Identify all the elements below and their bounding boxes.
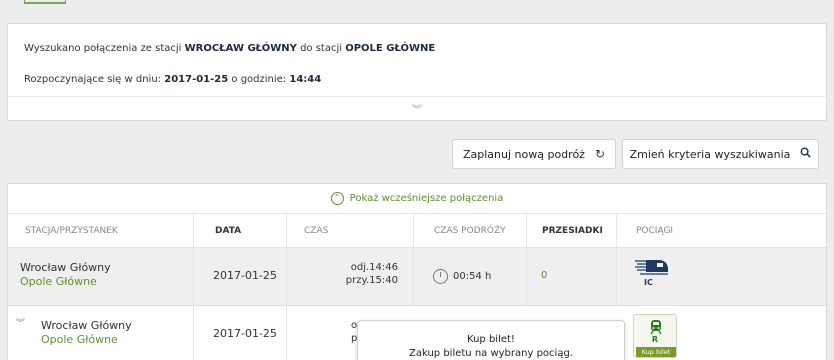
plan-new-trip-button[interactable]: Zaplanuj nową podróż ↻ [452,139,616,169]
datetime-middle-text: o godzinie: [231,74,287,85]
row-duration: 00:54 h [433,269,491,284]
row-transfers: 0 [541,270,548,281]
summary-divider [8,96,826,97]
row-times: odj.14:46 przy.15:40 [346,261,398,287]
column-header-duration[interactable]: CZAS PODRÓŻY [414,214,527,248]
search-datetime-line: Rozpoczynające się w dniu: 2017-01-25 o … [24,74,321,85]
double-chevron-down-icon[interactable]: ︾ [412,101,422,116]
ic-train-icon[interactable]: IC [634,258,670,287]
datetime-prefix-text: Rozpoczynające się w dniu: [24,74,162,85]
duration-value: 00:54 h [453,271,492,282]
row-to-station: Opole Główne [20,275,97,288]
from-station: WROCŁAW GŁÓWNY [184,43,297,54]
search-summary-panel: Wyszukano połączenia ze stacji WROCŁAW G… [7,23,827,121]
top-tab-indicator[interactable] [24,0,66,4]
column-header-trains[interactable]: POCIĄGI [617,214,828,248]
show-earlier-label: Pokaż wcześniejsze połączenia [349,193,504,204]
search-icon [800,147,812,161]
table-row[interactable]: Wrocław Główny Opole Główne 2017-01-25 o… [8,248,826,306]
row-to-station: Opole Główne [41,333,118,346]
refresh-icon: ↻ [594,147,606,161]
tooltip-text: Zakup biletu na wybrany pociąg. [409,348,573,359]
chevron-up-circle-icon: ⌃ [330,192,344,205]
change-criteria-label: Zmień kryteria wyszukiwania [629,147,791,161]
buy-ticket-badge[interactable]: Kup bilet [636,347,676,357]
regional-train-icon[interactable]: R Kup bilet [633,314,677,358]
clock-icon [433,269,448,284]
plan-new-trip-label: Zaplanuj nową podróż [462,147,585,161]
search-date: 2017-01-25 [164,74,229,85]
show-earlier-connections-link[interactable]: ⌃ Pokaż wcześniejsze połączenia [8,184,826,214]
tooltip-title: Kup bilet! [467,334,515,345]
column-header-date[interactable]: DATA [194,214,287,248]
train-category-label: IC [644,278,653,287]
row-from-station: Wrocław Główny [20,261,111,274]
column-header-transfers[interactable]: PRZESIADKI [527,214,617,248]
buy-ticket-tooltip: Kup bilet! Zakup biletu na wybrany pocią… [357,320,625,360]
row-date: 2017-01-25 [213,327,277,340]
arrival-time: przy.15:40 [345,275,398,286]
expand-row-chevron-icon[interactable]: ︾ [16,316,25,329]
route-prefix-text: Wyszukano połączenia ze stacji [24,43,182,54]
search-time: 14:44 [289,74,322,85]
departure-time: odj.14:46 [350,262,398,273]
search-route-line: Wyszukano połączenia ze stacji WROCŁAW G… [24,43,435,54]
to-station: OPOLE GŁÓWNE [345,43,436,54]
row-from-station: Wrocław Główny [41,319,132,332]
row-date: 2017-01-25 [213,269,277,282]
train-category-label: R [651,335,659,344]
column-header-time[interactable]: CZAS [287,214,414,248]
column-header-station[interactable]: STACJA/PRZYSTANEK [8,214,194,248]
change-criteria-button[interactable]: Zmień kryteria wyszukiwania [622,139,819,169]
route-middle-text: do stacji [300,43,343,54]
